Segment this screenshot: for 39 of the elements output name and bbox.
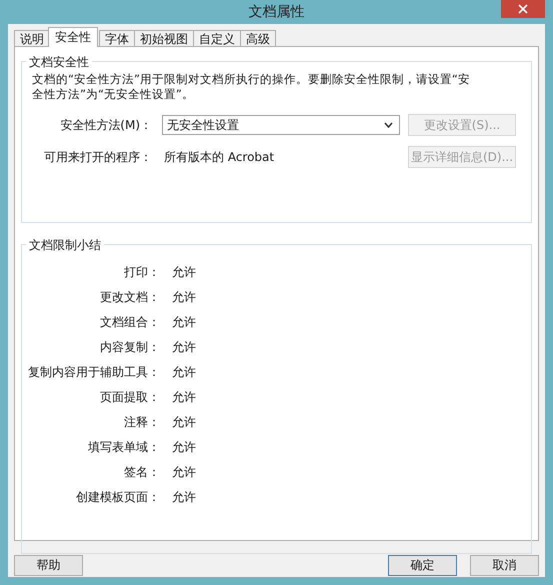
restriction-label: 页面提取： <box>99 389 161 406</box>
restriction-value: 允许 <box>172 489 196 506</box>
tab[interactable]: 初始视图 <box>134 30 194 47</box>
restriction-value: 允许 <box>172 414 196 431</box>
dialog-button[interactable]: 取消 <box>470 555 539 576</box>
restriction-label: 更改文档： <box>99 289 161 306</box>
restriction-value: 允许 <box>172 389 196 406</box>
restriction-label: 复制内容用于辅助工具： <box>27 364 161 381</box>
restriction-label: 内容复制： <box>99 339 161 356</box>
caret-icon <box>384 122 393 128</box>
restriction-value: 允许 <box>172 289 196 306</box>
restriction-label: 填写表单域： <box>87 439 161 456</box>
tab[interactable]: 自定义 <box>193 30 241 47</box>
restriction-label: 打印： <box>123 264 161 281</box>
dialog-button[interactable]: 确定 <box>388 555 457 576</box>
restriction-label: 文档组合： <box>99 314 161 331</box>
restriction-value: 允许 <box>172 264 196 281</box>
restriction-label: 创建模板页面： <box>75 489 161 506</box>
close-icon <box>518 4 528 14</box>
group-title: 文档限制小结 <box>26 237 104 254</box>
restriction-value: 允许 <box>172 439 196 456</box>
dialog-button[interactable]: 帮助 <box>14 555 83 576</box>
restriction-value: 允许 <box>172 314 196 331</box>
field-label: 可用来打开的程序： <box>43 148 153 166</box>
close-button[interactable] <box>501 0 545 18</box>
description-text: 文档的“安全性方法”用于限制对文档所执行的操作。要删除安全性限制，请设置“安全性方法”为“无安全性设置”。 <box>32 72 471 102</box>
restriction-value: 允许 <box>172 339 196 356</box>
tab[interactable]: 字体 <box>99 30 135 47</box>
restriction-value: 允许 <box>172 364 196 381</box>
restriction-label: 注释： <box>123 414 161 431</box>
tab[interactable]: 高级 <box>240 30 276 47</box>
restriction-label: 签名： <box>123 464 161 481</box>
window-title: 文档属性 <box>248 3 304 21</box>
restriction-value: 允许 <box>172 464 196 481</box>
field-label: 安全性方法(M)： <box>59 116 153 134</box>
field-value: 所有版本的 Acrobat <box>163 148 276 166</box>
tab[interactable]: 安全性 <box>48 27 98 47</box>
security-method-dropdown[interactable]: 无安全性设置 <box>162 115 400 135</box>
group-title: 文档安全性 <box>26 54 92 71</box>
